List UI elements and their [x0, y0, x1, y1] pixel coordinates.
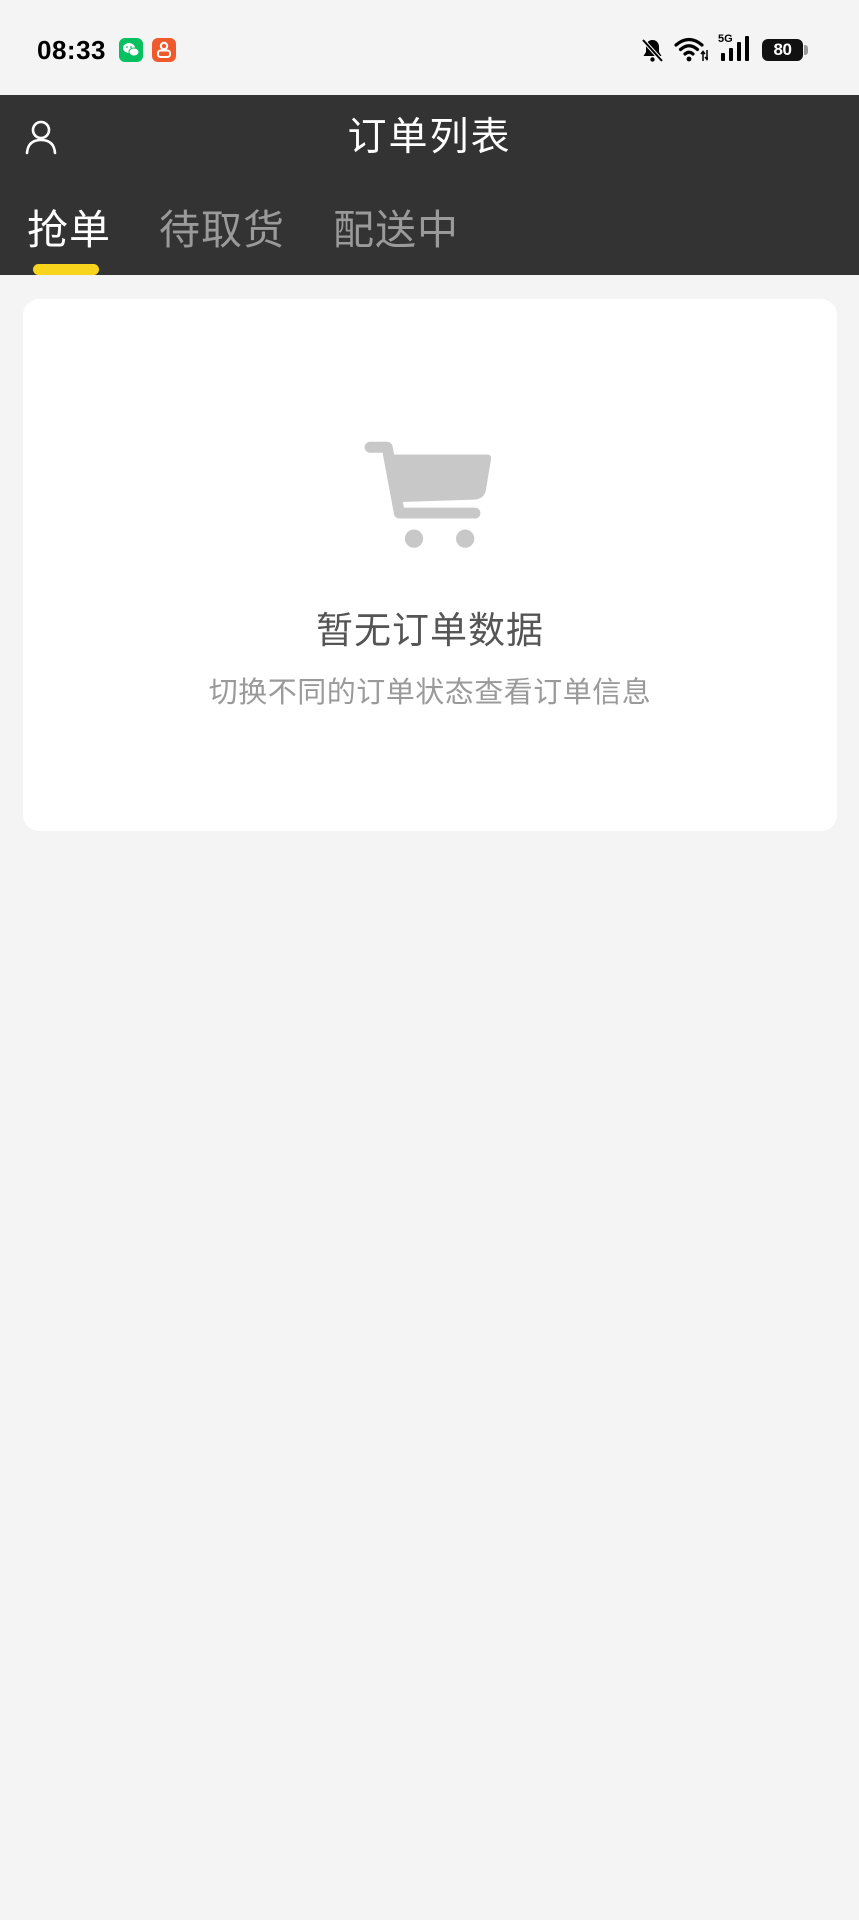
app-header: 订单列表 抢单 待取货 配送中 [0, 95, 859, 275]
empty-state-subtitle: 切换不同的订单状态查看订单信息 [208, 677, 652, 709]
status-bar: 08:33 5G 80 [0, 0, 859, 95]
wifi-icon [674, 37, 708, 62]
wechat-icon [119, 38, 143, 62]
status-time: 08:33 [37, 35, 106, 65]
battery-icon: 80 [762, 39, 803, 61]
tab-grab-order[interactable]: 抢单 [27, 205, 111, 255]
tab-pending-pickup[interactable]: 待取货 [159, 205, 285, 255]
empty-state-card: 暂无订单数据 切换不同的订单状态查看订单信息 [23, 299, 837, 831]
tab-delivering[interactable]: 配送中 [333, 205, 459, 255]
battery-nub [804, 45, 808, 55]
orange-app-icon [152, 38, 176, 62]
battery-level: 80 [773, 40, 792, 59]
active-tab-indicator [33, 264, 99, 275]
empty-state-title: 暂无订单数据 [316, 610, 544, 651]
mute-icon [641, 38, 664, 63]
signal-icon: 5G [718, 33, 754, 63]
page-title: 订单列表 [347, 116, 512, 159]
cart-icon [364, 441, 492, 548]
